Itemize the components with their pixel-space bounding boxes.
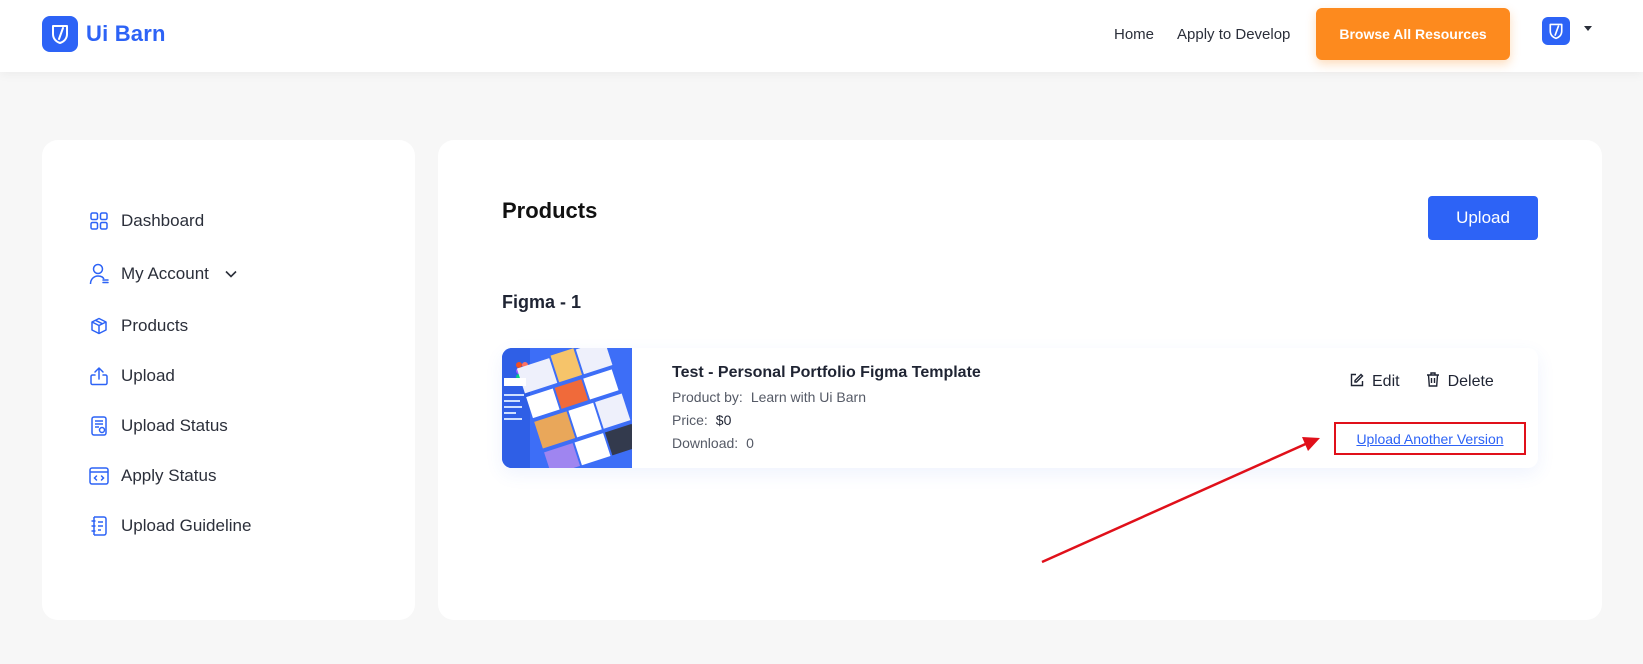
- products-panel: Products Upload Figma - 1 Test - Persona…: [438, 140, 1602, 620]
- product-title[interactable]: Test - Personal Portfolio Figma Template: [672, 364, 981, 382]
- product-card: Test - Personal Portfolio Figma Template…: [502, 348, 1538, 468]
- product-by: Product by: Learn with Ui Barn: [672, 389, 866, 405]
- upload-button[interactable]: Upload: [1428, 196, 1538, 240]
- sidebar: Dashboard My Account Products Upload Upl…: [42, 140, 415, 620]
- sidebar-item-label: My Account: [121, 264, 209, 283]
- brand-logo[interactable]: Ui Barn: [42, 16, 166, 52]
- user-avatar[interactable]: [1542, 17, 1570, 45]
- download-value: 0: [746, 435, 754, 451]
- product-by-value: Learn with Ui Barn: [750, 389, 866, 405]
- box-icon: [89, 315, 109, 337]
- nav-apply-link[interactable]: Apply to Develop: [1177, 0, 1290, 68]
- upload-icon: [89, 365, 109, 387]
- sidebar-item-upload-guideline[interactable]: Upload Guideline: [89, 512, 251, 540]
- sidebar-item-apply-status[interactable]: Apply Status: [89, 462, 216, 490]
- sidebar-item-label: Upload: [121, 366, 175, 385]
- product-thumbnail[interactable]: [502, 348, 632, 468]
- sidebar-item-label: Upload Guideline: [121, 516, 252, 535]
- account-caret-icon[interactable]: [1584, 26, 1592, 31]
- user-icon: [89, 263, 109, 285]
- product-price: Price: $0: [672, 412, 731, 428]
- download-label: Download:: [672, 435, 739, 451]
- sidebar-item-label: Dashboard: [121, 211, 205, 230]
- sidebar-item-upload-status[interactable]: Upload Status: [89, 412, 228, 440]
- edit-button[interactable]: Edit: [1350, 372, 1400, 392]
- page-title: Products: [502, 198, 598, 223]
- trash-icon: [1426, 372, 1440, 392]
- nav-home-link[interactable]: Home: [1114, 0, 1154, 68]
- document-icon: [89, 415, 109, 437]
- sidebar-item-label: Products: [121, 316, 189, 335]
- upload-another-version-link[interactable]: Upload Another Version: [1334, 422, 1526, 455]
- product-by-label: Product by:: [672, 389, 743, 405]
- product-actions: Edit Delete: [1350, 372, 1494, 392]
- browse-all-resources-button[interactable]: Browse All Resources: [1316, 8, 1510, 60]
- sidebar-item-products[interactable]: Products: [89, 312, 188, 340]
- brand-shield-icon: [42, 16, 78, 52]
- code-window-icon: [89, 465, 109, 487]
- edit-label: Edit: [1372, 373, 1400, 390]
- chevron-down-icon[interactable]: [225, 270, 237, 278]
- sidebar-item-label: Upload Status: [121, 416, 228, 435]
- category-heading: Figma - 1: [502, 292, 582, 312]
- price-value: $0: [715, 412, 732, 428]
- delete-label: Delete: [1447, 373, 1494, 390]
- grid-icon: [89, 210, 109, 232]
- brand-name: Ui Barn: [86, 21, 166, 46]
- guideline-icon: [89, 515, 109, 537]
- top-header: Ui Barn Home Apply to Develop Browse All…: [0, 0, 1643, 72]
- product-downloads: Download: 0: [672, 435, 754, 451]
- sidebar-item-my-account[interactable]: My Account: [89, 260, 237, 288]
- sidebar-item-label: Apply Status: [121, 466, 217, 485]
- price-label: Price:: [672, 412, 708, 428]
- edit-icon: [1350, 373, 1364, 392]
- delete-button[interactable]: Delete: [1426, 372, 1494, 392]
- sidebar-item-dashboard[interactable]: Dashboard: [89, 207, 204, 235]
- sidebar-item-upload[interactable]: Upload: [89, 362, 175, 390]
